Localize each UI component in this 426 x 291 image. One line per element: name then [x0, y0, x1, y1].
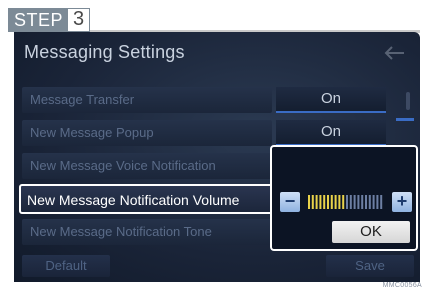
row-label: New Message Notification Tone: [30, 224, 212, 239]
volume-popup: − + OK: [270, 145, 418, 251]
save-button[interactable]: Save: [326, 255, 414, 277]
page: STEP 3 Messaging Settings Message Transf…: [0, 0, 426, 291]
volume-segment: [330, 195, 333, 209]
messaging-settings-screen: Messaging Settings Message Transfer On N…: [14, 32, 420, 282]
row-new-message-voice-notification[interactable]: New Message Voice Notification: [22, 153, 272, 179]
step-label: STEP: [8, 8, 68, 32]
default-button[interactable]: Default: [22, 255, 110, 277]
row-label: New Message Voice Notification: [30, 158, 216, 173]
screen-title: Messaging Settings: [24, 42, 185, 62]
figure-code: MMC0056A: [382, 282, 422, 289]
volume-segment: [315, 195, 318, 209]
row-label: Message Transfer: [30, 92, 135, 107]
scrollbar-thumb[interactable]: [396, 118, 414, 121]
volume-segment: [380, 195, 383, 209]
back-arrow-icon[interactable]: [384, 46, 406, 60]
row-new-message-notification-tone[interactable]: New Message Notification Tone: [22, 219, 272, 245]
row-message-transfer[interactable]: Message Transfer: [22, 87, 272, 113]
volume-segment: [311, 195, 314, 209]
volume-up-button[interactable]: +: [392, 192, 412, 212]
volume-segment: [365, 195, 367, 209]
volume-segment: [368, 195, 371, 209]
row-label: New Message Notification Volume: [27, 192, 240, 208]
volume-segment: [361, 195, 364, 209]
volume-segment: [338, 195, 341, 209]
volume-segment: [323, 195, 326, 209]
volume-down-button[interactable]: −: [280, 192, 300, 212]
volume-segment: [334, 195, 337, 209]
new-message-popup-value[interactable]: On: [276, 120, 386, 146]
volume-segment: [342, 195, 345, 209]
volume-segment: [308, 195, 310, 209]
volume-segment: [372, 195, 375, 209]
volume-segment: [353, 195, 356, 209]
ok-button[interactable]: OK: [332, 221, 410, 243]
volume-segment: [327, 195, 329, 209]
step-number: 3: [67, 8, 91, 32]
scrollbar-track[interactable]: [406, 92, 410, 110]
row-new-message-notification-volume[interactable]: New Message Notification Volume: [19, 184, 274, 214]
row-label: New Message Popup: [30, 125, 154, 140]
volume-level-bar[interactable]: [306, 193, 386, 211]
volume-segment: [319, 195, 322, 209]
volume-segment: [357, 195, 360, 209]
volume-segment: [346, 195, 348, 209]
message-transfer-value[interactable]: On: [276, 87, 386, 113]
volume-segment: [376, 195, 379, 209]
step-badge: STEP 3: [8, 8, 91, 32]
volume-segment: [349, 195, 352, 209]
row-new-message-popup[interactable]: New Message Popup: [22, 120, 272, 146]
